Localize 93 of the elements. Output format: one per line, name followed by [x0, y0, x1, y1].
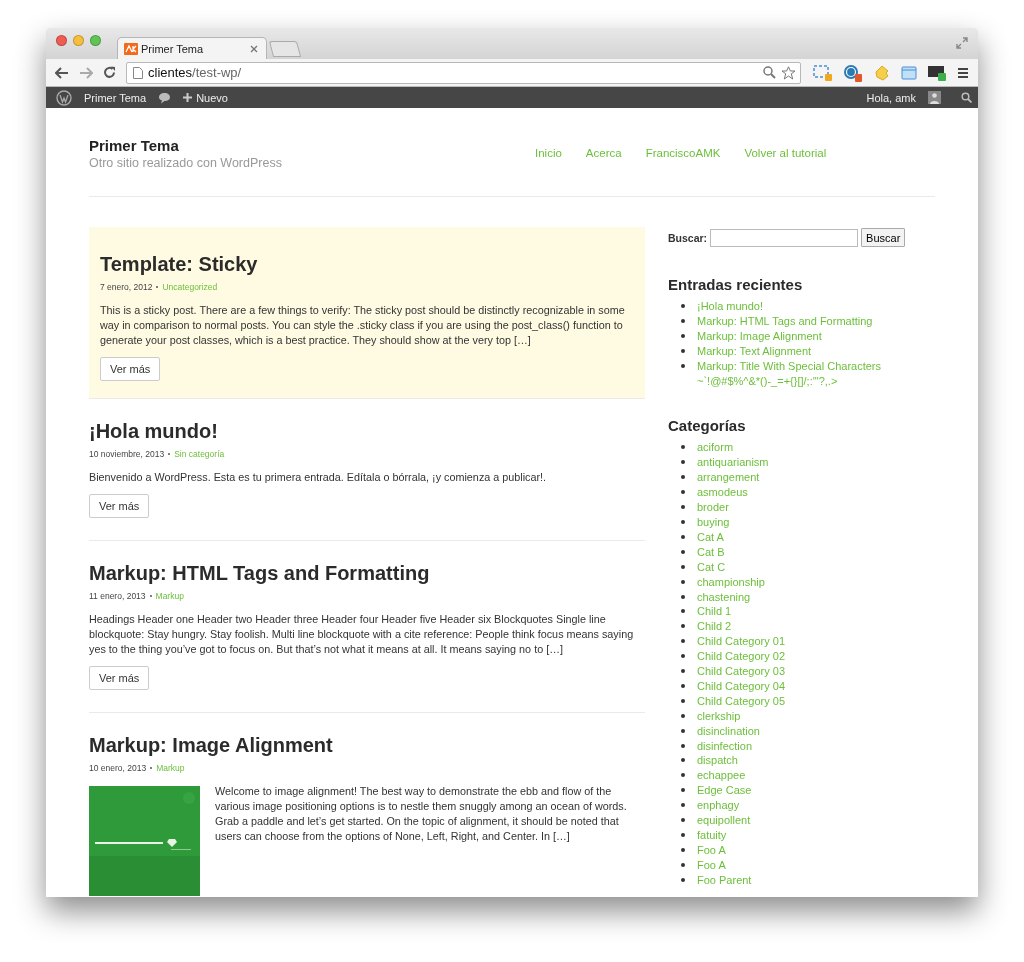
screen-capture-icon[interactable] [813, 63, 833, 82]
post-title[interactable]: Template: Sticky [100, 249, 634, 279]
post-excerpt: This is a sticky post. There are a few things to verify: The sticky post should be distinctly recognizable in some way in comparison to normal posts. You can style the .sticky class if you are using the post_class() function to generate your post classes, which is a best practice. They should show at the very top […] [100, 303, 626, 348]
category-link[interactable]: Child Category 01 [697, 634, 786, 650]
site-title[interactable]: Primer Tema [89, 137, 535, 154]
new-content-label: Nuevo [196, 91, 228, 104]
category-link[interactable]: Foo A [697, 842, 726, 858]
forward-icon[interactable] [79, 66, 93, 79]
site-name-link[interactable]: Primer Tema [84, 91, 147, 104]
category-link[interactable]: Uncategorized [162, 282, 218, 292]
search-field[interactable] [710, 228, 859, 247]
category-link[interactable]: buying [697, 514, 730, 530]
category-link[interactable]: Markup [156, 763, 185, 773]
search-icon[interactable] [961, 92, 972, 103]
close-window-button[interactable] [56, 35, 67, 46]
site-favicon-icon [124, 42, 138, 55]
nav-link[interactable]: FranciscoAMK [645, 147, 721, 170]
category-link[interactable]: Child 1 [697, 604, 732, 620]
category-link[interactable]: dispatch [697, 753, 738, 769]
category-link[interactable]: chastening [697, 589, 751, 605]
nav-link[interactable]: Inicio [535, 147, 562, 170]
category-link[interactable]: fatuity [697, 828, 727, 843]
category-link[interactable]: broder [697, 500, 729, 515]
search-icon[interactable] [763, 66, 776, 79]
new-content-link[interactable]: Nuevo [183, 91, 228, 104]
fullscreen-icon[interactable] [956, 37, 968, 49]
category-link[interactable]: Edge Case [697, 783, 752, 799]
page-icon [133, 66, 143, 79]
category-link[interactable]: Child 2 [697, 619, 732, 635]
post-excerpt: Welcome to image alignment! The best way to demonstrate the ebb and flow of the various image positioning options is to nestle them snuggly among an ocean of words. Grab a paddle and let’s get started. On the topic of alignment, it should be noted that users can choose from the options of None, Left, Right, and Center. In […] [215, 784, 628, 844]
category-link[interactable]: Cat A [697, 529, 724, 545]
post-date: 10 enero, 2013 [89, 763, 147, 773]
post-excerpt: Headings Header one Header two Header three Header four Header five Header six Blockquotes Single line blockquote: Stay hungry. Stay foolish. Multi line blockquote with a cite reference: People think focus means saying yes to the thing you’ve got to focus on. But that’s not what it means at all. It means saying no to […] [89, 612, 635, 657]
post-excerpt: Bienvenido a WordPress. Esta es tu primera entrada. Edítala o bórrala, ¡y comienza a publicar!. [89, 470, 548, 485]
category-link[interactable]: Cat B [697, 544, 725, 560]
category-link[interactable]: disinfection [697, 738, 753, 754]
read-more-button[interactable]: Ver más [89, 666, 150, 690]
category-link[interactable]: Foo Parent [697, 872, 752, 888]
category-link[interactable]: enphagy [697, 798, 740, 814]
post-date: 11 enero, 2013 [89, 591, 146, 601]
category-link[interactable]: arrangement [697, 470, 760, 486]
category-link[interactable]: Child Category 02 [697, 649, 786, 665]
minimize-window-button[interactable] [73, 35, 84, 46]
widget-title: Entradas recientes [668, 276, 804, 293]
zoom-window-button[interactable] [90, 35, 101, 46]
browser-tab[interactable]: Primer Tema [117, 37, 267, 59]
category-link[interactable]: Foo A [697, 857, 726, 873]
site-tagline: Otro sitio realizado con WordPress [89, 156, 283, 170]
post-title[interactable]: Markup: Image Alignment [89, 730, 645, 760]
comment-icon[interactable] [158, 91, 172, 104]
monitor-icon[interactable] [927, 63, 947, 82]
recent-post-link[interactable]: Markup: Title With Special Characters ~`!@#$%^&*()-_=+{}[]/;:'"?,.> [697, 358, 913, 389]
category-link[interactable]: echappee [697, 768, 746, 784]
nav-link[interactable]: Acerca [585, 147, 622, 170]
menu-icon[interactable] [957, 66, 969, 79]
close-icon[interactable] [250, 44, 258, 53]
recent-post-link[interactable]: Markup: Image Alignment [697, 328, 822, 344]
window-icon[interactable] [901, 65, 917, 80]
category-link[interactable]: asmodeus [697, 485, 748, 501]
category-link[interactable]: aciform [697, 440, 734, 456]
greeting-link[interactable]: Hola, amk [866, 91, 916, 104]
widget-title: Categorías [668, 417, 747, 435]
post-title[interactable]: Markup: HTML Tags and Formatting [89, 558, 645, 588]
read-more-button[interactable]: Ver más [89, 494, 150, 518]
search-button[interactable]: Buscar [861, 228, 906, 247]
category-link[interactable]: equipollent [697, 813, 751, 828]
reload-icon[interactable] [103, 66, 116, 79]
read-more-button[interactable]: Ver más [100, 357, 161, 381]
post-date: 7 enero, 2012 [100, 282, 153, 292]
recent-post-link[interactable]: Markup: HTML Tags and Formatting [697, 313, 873, 329]
post-title[interactable]: ¡Hola mundo! [89, 416, 645, 446]
category-link[interactable]: Child Category 05 [697, 693, 786, 709]
category-link[interactable]: disinclination [697, 723, 760, 739]
category-link[interactable]: Cat C [697, 559, 726, 575]
category-link[interactable]: Markup [155, 591, 184, 601]
category-link[interactable]: clerkship [697, 708, 741, 724]
back-icon[interactable] [55, 66, 69, 79]
plus-icon [183, 93, 193, 102]
wordpress-badge-icon[interactable] [843, 63, 863, 82]
star-icon[interactable] [781, 65, 796, 80]
post-date: 10 noviembre, 2013 [89, 449, 165, 459]
category-link[interactable]: championship [697, 574, 765, 590]
category-link[interactable]: Child Category 03 [697, 664, 786, 679]
category-link[interactable]: antiquarianism [697, 455, 769, 471]
nav-link[interactable]: Volver al tutorial [744, 147, 827, 170]
wordpress-logo-icon[interactable] [56, 89, 72, 106]
search-label: Buscar: [668, 231, 708, 244]
avatar-icon[interactable] [928, 91, 941, 104]
recent-post-link[interactable]: Markup: Text Alignment [697, 343, 812, 359]
category-link[interactable]: Child Category 04 [697, 678, 786, 694]
address-bar[interactable]: clientes/test-wp/ [126, 61, 801, 84]
category-link[interactable]: Sin categoría [174, 449, 225, 459]
recent-post-link[interactable]: ¡Hola mundo! [697, 299, 764, 314]
